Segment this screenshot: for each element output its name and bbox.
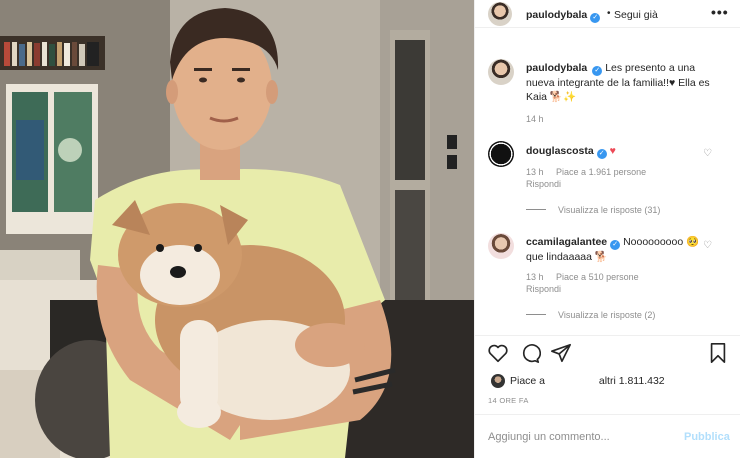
heart-icon[interactable] bbox=[487, 342, 509, 364]
comment-meta: 13 h Piace a 1.961 persone bbox=[526, 167, 656, 177]
comment-composer: Aggiungi un commento... Pubblica bbox=[475, 414, 740, 458]
verified-icon: ✓ bbox=[592, 66, 603, 76]
comment-icon[interactable] bbox=[519, 342, 541, 364]
commenter-username[interactable]: ccamilagalantee bbox=[526, 236, 607, 248]
verified-icon: ✓ bbox=[596, 149, 607, 159]
more-options-icon[interactable]: ••• bbox=[711, 4, 729, 20]
comment-text: douglascosta ✓ ♥ bbox=[526, 144, 701, 159]
verified-icon: ✓ bbox=[610, 240, 621, 250]
caption-username[interactable]: paulodybala bbox=[526, 62, 587, 74]
comment-time[interactable]: 13 h bbox=[526, 272, 544, 282]
publish-button[interactable]: Pubblica bbox=[684, 431, 730, 443]
post-header: paulodybala ✓ • Segui già ••• bbox=[475, 0, 740, 28]
caption-timestamp[interactable]: 14 h bbox=[526, 114, 544, 124]
commenter-username[interactable]: douglascosta bbox=[526, 145, 594, 157]
commenter-avatar[interactable] bbox=[488, 141, 514, 167]
following-button[interactable]: Segui già bbox=[614, 9, 658, 21]
comment-likes-count[interactable]: Piace a 510 persone bbox=[556, 272, 639, 282]
reply-button[interactable]: Rispondi bbox=[526, 179, 561, 189]
divider bbox=[475, 335, 740, 336]
likes-summary[interactable]: Piace a altri 1.811.432 bbox=[510, 375, 665, 387]
liker-avatar[interactable] bbox=[491, 374, 505, 388]
likes-prefix: Piace a bbox=[510, 375, 546, 387]
author-avatar[interactable] bbox=[488, 2, 512, 26]
comment-meta: 13 h Piace a 510 persone bbox=[526, 272, 649, 282]
comment-like-heart-icon[interactable]: ♡ bbox=[703, 240, 712, 251]
comment-text: ccamilagalantee ✓ Nooooooooo 🥺 que lindaa… bbox=[526, 235, 701, 264]
separator-dot: • bbox=[607, 8, 611, 19]
view-replies-button[interactable]: Visualizza le risposte (2) bbox=[526, 310, 655, 320]
verified-icon: ✓ bbox=[590, 13, 601, 23]
comment-time[interactable]: 13 h bbox=[526, 167, 544, 177]
post-sidebar: paulodybala ✓ • Segui già ••• paulodybala… bbox=[474, 0, 740, 458]
post-photo[interactable] bbox=[0, 0, 474, 458]
caption-avatar[interactable] bbox=[488, 59, 514, 85]
view-replies-button[interactable]: Visualizza le risposte (31) bbox=[526, 205, 660, 215]
comment-input[interactable]: Aggiungi un commento... bbox=[488, 431, 610, 443]
commenter-avatar[interactable] bbox=[488, 233, 514, 259]
action-bar bbox=[475, 342, 740, 368]
likes-count[interactable]: altri 1.811.432 bbox=[599, 375, 665, 387]
reply-button[interactable]: Rispondi bbox=[526, 284, 561, 294]
comment-like-heart-icon[interactable]: ♡ bbox=[703, 148, 712, 159]
post-image bbox=[0, 0, 474, 458]
author-username-text[interactable]: paulodybala bbox=[526, 9, 587, 21]
comment-likes-count[interactable]: Piace a 1.961 persone bbox=[556, 167, 646, 177]
share-icon[interactable] bbox=[550, 342, 572, 364]
bookmark-icon[interactable] bbox=[707, 342, 729, 364]
post-timestamp[interactable]: 14 ORE FA bbox=[488, 396, 529, 405]
caption-text: paulodybala ✓ Les presento a una nueva in… bbox=[526, 61, 726, 104]
author-username[interactable]: paulodybala ✓ bbox=[526, 9, 601, 23]
red-heart-emoji: ♥ bbox=[609, 145, 616, 157]
